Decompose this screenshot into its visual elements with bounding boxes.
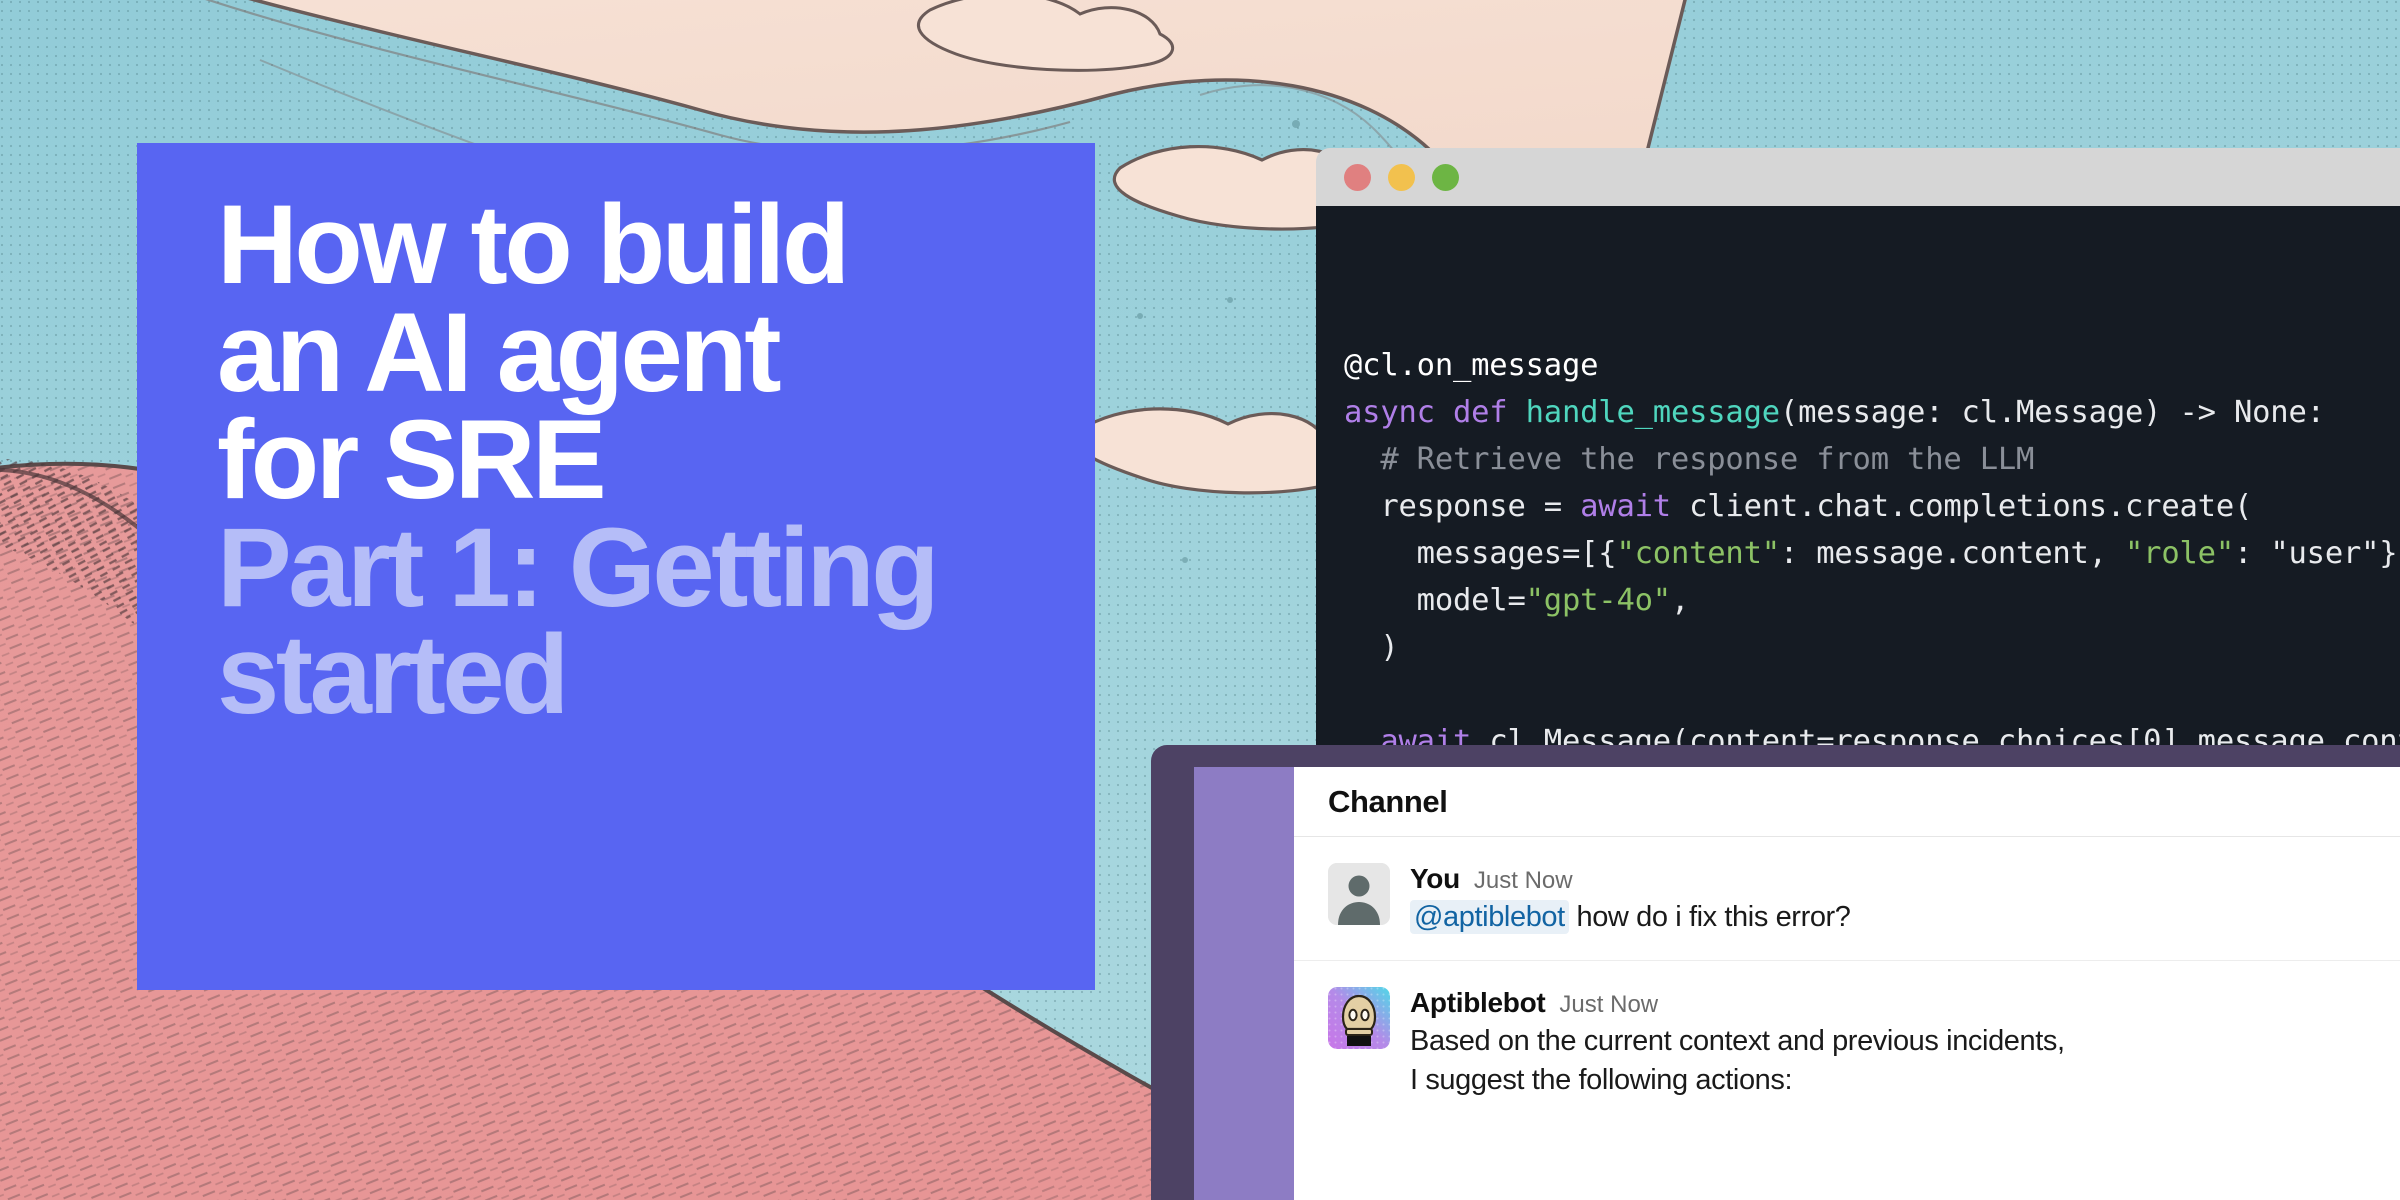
chat-main-pane: Channel You Just Now @aptiblebot how do i …	[1294, 767, 2400, 1200]
chat-message: Aptiblebot Just Now Based on the current c…	[1294, 960, 2400, 1123]
message-text: Based on the current context and previou…	[1410, 1025, 2065, 1096]
code-token: (message: cl.Message) -> None:	[1779, 395, 2325, 430]
user-mention[interactable]: @aptiblebot	[1410, 900, 1569, 934]
code-line: await cl.Message(content=response.choice…	[1344, 718, 2400, 748]
message-author: You	[1410, 863, 1460, 894]
person-avatar[interactable]	[1328, 863, 1390, 925]
aptiblebot-avatar-icon	[1328, 987, 1390, 1050]
code-line: async def handle_message(message: cl.Mes…	[1344, 389, 2400, 436]
code-line: model="gpt-4o",	[1344, 577, 2400, 624]
chat-message: You Just Now @aptiblebot how do i fix this…	[1294, 837, 2400, 960]
chat-message-body: You Just Now @aptiblebot how do i fix this…	[1410, 863, 2400, 936]
code-line: @cl.on_message	[1344, 342, 2400, 389]
code-token: handle_message	[1525, 395, 1780, 430]
chat-message-body: Aptiblebot Just Now Based on the current c…	[1410, 987, 2400, 1099]
code-token: ,	[1670, 583, 1690, 618]
chat-window-inner: Channel You Just Now @aptiblebot how do i …	[1194, 767, 2400, 1200]
code-token: response =	[1344, 489, 1581, 524]
code-token: messages=[{	[1344, 536, 1617, 571]
close-button[interactable]	[1344, 163, 1371, 191]
code-token: await	[1580, 489, 1671, 524]
code-editor-content[interactable]: @cl.on_messageasync def handle_message(m…	[1316, 206, 2400, 748]
code-window-titlebar	[1316, 148, 2400, 206]
page-subtitle: Part 1: Getting started	[217, 504, 940, 738]
chat-message-meta: Aptiblebot Just Now	[1410, 987, 2400, 1019]
poster-canvas: How to build an AI agent for SRE Part 1:…	[0, 0, 2400, 1200]
code-token: # Retrieve the response from the LLM	[1344, 442, 2035, 477]
code-token: )	[1344, 630, 1399, 665]
title-card: How to build an AI agent for SRE Part 1:…	[137, 143, 1095, 990]
code-token: client.chat.completions.create(	[1670, 489, 2253, 524]
page-title: How to build an AI agent for SRE	[217, 182, 850, 523]
message-timestamp: Just Now	[1473, 867, 1573, 894]
code-token: @cl.on_message	[1344, 348, 1599, 383]
chat-sidebar[interactable]	[1194, 767, 1294, 1200]
message-text: @aptiblebot how do i fix this error?	[1410, 898, 2400, 936]
code-token: "content"	[1616, 536, 1780, 571]
code-line: response = await client.chat.completions…	[1344, 483, 2400, 530]
aptiblebot-avatar[interactable]	[1328, 987, 1390, 1050]
message-timestamp: Just Now	[1559, 991, 1659, 1019]
code-editor-window: @cl.on_messageasync def handle_message(m…	[1316, 148, 2400, 748]
code-line: # Retrieve the response from the LLM	[1344, 436, 2400, 483]
code-token: "role"	[2125, 536, 2234, 571]
message-author: Aptiblebot	[1410, 987, 1546, 1019]
code-line: messages=[{"content": message.content, "…	[1344, 530, 2400, 577]
code-token: "gpt-4o"	[1525, 583, 1672, 618]
code-token: : "user"}],	[2234, 536, 2400, 571]
chat-window: Channel You Just Now @aptiblebot how do i …	[1151, 745, 2400, 1200]
person-avatar-icon	[1328, 863, 1390, 925]
code-token: model=	[1344, 583, 1526, 618]
chat-message-meta: You Just Now	[1410, 863, 2400, 895]
chat-header: Channel	[1294, 767, 2400, 837]
channel-title: Channel	[1328, 783, 1448, 819]
chat-message-list: You Just Now @aptiblebot how do i fix this…	[1294, 837, 2400, 1123]
code-token: : message.content,	[1779, 536, 2126, 571]
code-token: async def	[1344, 395, 1526, 430]
maximize-button[interactable]	[1432, 163, 1459, 191]
minimize-button[interactable]	[1388, 163, 1415, 191]
code-line: )	[1344, 624, 2400, 671]
